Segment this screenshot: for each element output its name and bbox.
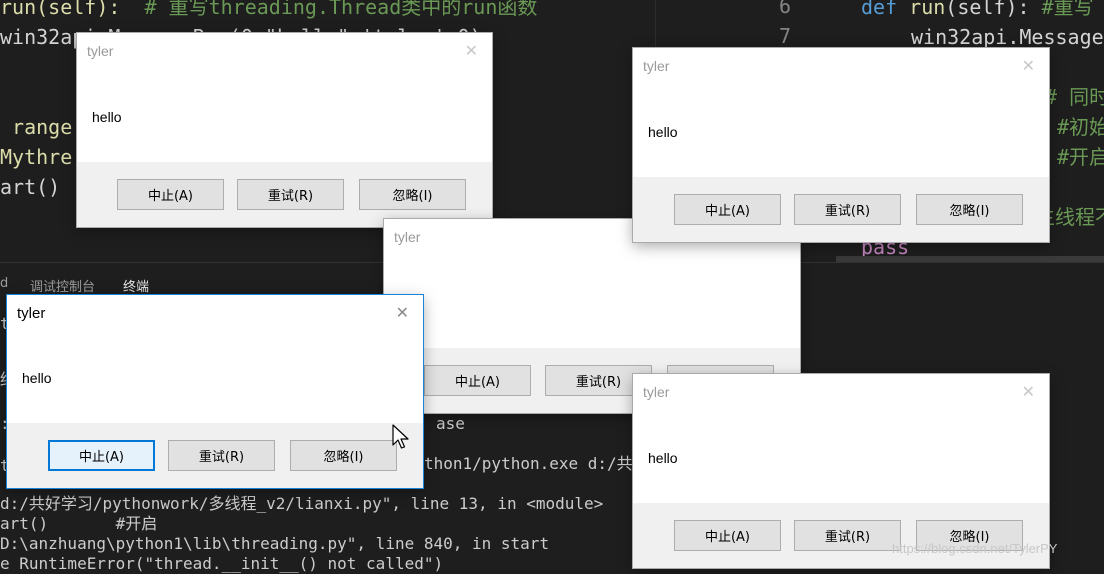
dialog-message: hello — [648, 124, 678, 140]
code-run-def: run(self): — [0, 0, 145, 19]
code-comment: #初始 — [1057, 115, 1104, 139]
dialog-message: hello — [648, 450, 678, 466]
close-icon[interactable]: ✕ — [1022, 56, 1035, 75]
abort-button[interactable]: 中止(A) — [674, 194, 781, 225]
code-line-5: art() — [0, 175, 61, 199]
terminal-line: e RuntimeError("thread.__init__() not ca… — [0, 554, 444, 573]
mouse-pointer-icon — [392, 424, 409, 449]
abort-button[interactable]: 中止(A) — [424, 365, 531, 396]
ignore-button[interactable]: 忽略(I) — [916, 194, 1023, 225]
abort-button[interactable]: 中止(A) — [48, 440, 155, 471]
message-box-dialog[interactable]: tyler ✕ hello 中止(A) 重试(R) 忽略(I) — [77, 33, 492, 227]
terminal-line: ase — [436, 414, 465, 433]
code-comment: # 同时 — [1045, 85, 1104, 109]
close-icon[interactable]: ✕ — [396, 303, 409, 322]
terminal-line: art() #开启 — [0, 514, 158, 533]
dialog-button-bar: 中止(A) 重试(R) 忽略(I) — [77, 162, 492, 227]
retry-button[interactable]: 重试(R) — [237, 179, 344, 210]
ignore-button[interactable]: 忽略(I) — [290, 440, 397, 471]
abort-button[interactable]: 中止(A) — [674, 520, 781, 551]
dialog-title: tyler — [643, 58, 670, 74]
code-line-4: Mythre — [0, 145, 73, 169]
watermark-text: https://blog.csdn.net/TylerPY — [892, 541, 1058, 556]
dialog-title: tyler — [17, 305, 46, 322]
message-box-dialog[interactable]: tyler ✕ hello 中止(A) 重试(R) 忽略(I) — [633, 48, 1049, 242]
dialog-button-bar: 中止(A) 重试(R) 忽略(I) — [633, 503, 1049, 568]
dialog-message: hello — [92, 109, 122, 125]
terminal-line: thon1/python.exe d:/共好学 — [424, 454, 665, 473]
message-box-dialog-active[interactable]: tyler ✕ hello 中止(A) 重试(R) 忽略(I) — [7, 295, 423, 488]
code-comment: #开启 — [1057, 145, 1104, 169]
close-icon[interactable]: ✕ — [1022, 382, 1035, 401]
dialog-title: tyler — [87, 43, 114, 59]
code-def-line: def run(self): #重写 — [861, 0, 1094, 19]
tab-output[interactable]: d — [0, 276, 8, 291]
close-icon[interactable]: ✕ — [465, 41, 478, 60]
dialog-button-bar: 中止(A) 重试(R) 忽略(I) — [7, 423, 423, 488]
code-line-3: range — [0, 115, 73, 139]
tab-terminal[interactable]: 终端 — [123, 276, 149, 295]
abort-button[interactable]: 中止(A) — [117, 179, 224, 210]
line-number: 7 — [779, 24, 792, 48]
retry-button[interactable]: 重试(R) — [794, 194, 901, 225]
code-comment: # 重写threading.Thread类中的run函数 — [144, 0, 538, 19]
dialog-title: tyler — [643, 384, 670, 400]
dialog-message: hello — [22, 370, 52, 386]
ignore-button[interactable]: 忽略(I) — [359, 179, 466, 210]
terminal-line: D:\anzhuang\python1\lib\threading.py", l… — [0, 534, 550, 553]
terminal-line: d:/共好学习/pythonwork/多线程_v2/lianxi.py", li… — [0, 494, 604, 513]
retry-button[interactable]: 重试(R) — [168, 440, 275, 471]
tab-debug-console[interactable]: 调试控制台 — [30, 276, 95, 295]
dialog-button-bar: 中止(A) 重试(R) 忽略(I) — [633, 177, 1049, 242]
line-number: 6 — [779, 0, 792, 18]
retry-button[interactable]: 重试(R) — [794, 520, 901, 551]
message-box-dialog[interactable]: tyler ✕ hello 中止(A) 重试(R) 忽略(I) — [633, 374, 1049, 568]
code-line-1: run(self): # 重写threading.Thread类中的run函数 — [0, 0, 537, 22]
dialog-title: tyler — [394, 229, 421, 245]
